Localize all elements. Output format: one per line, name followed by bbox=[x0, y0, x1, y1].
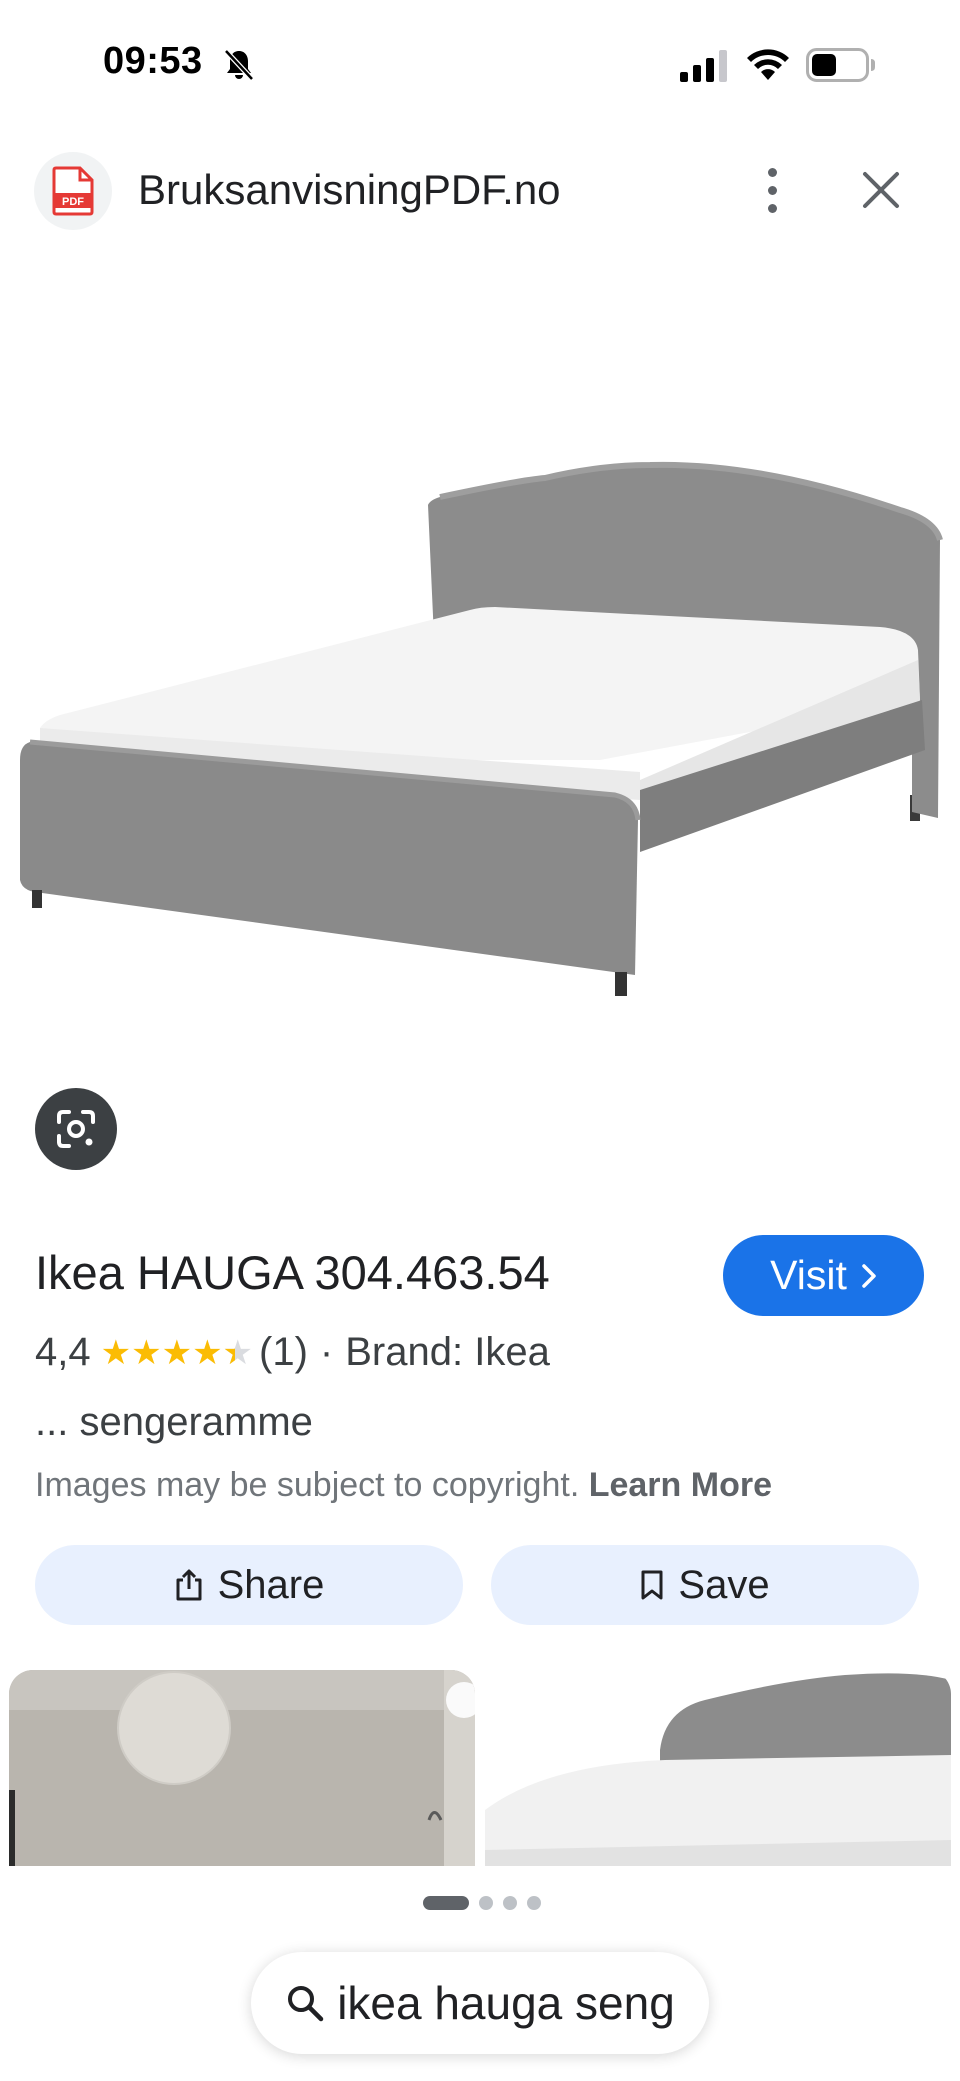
brand-label: Brand: Ikea bbox=[345, 1330, 550, 1374]
save-button[interactable]: Save bbox=[491, 1545, 919, 1625]
page-indicator[interactable] bbox=[423, 1896, 541, 1910]
status-bar: 09:53 bbox=[0, 0, 960, 130]
product-description: ... sengeramme bbox=[35, 1400, 313, 1444]
search-query-pill[interactable]: ikea hauga seng bbox=[251, 1952, 709, 2054]
pdf-logo-text: PDF bbox=[62, 196, 84, 208]
source-header: PDF BruksanvisningPDF.no bbox=[0, 140, 960, 240]
share-icon bbox=[176, 1569, 202, 1601]
room-thumbnail bbox=[9, 1670, 475, 1866]
visit-button[interactable]: Visit bbox=[723, 1235, 924, 1316]
separator: · bbox=[319, 1330, 334, 1374]
more-options-button[interactable] bbox=[752, 160, 792, 220]
page-dot bbox=[479, 1896, 493, 1910]
close-icon[interactable] bbox=[856, 162, 906, 218]
search-icon bbox=[288, 1986, 324, 2022]
visit-label: Visit bbox=[770, 1252, 847, 1298]
google-lens-button[interactable] bbox=[35, 1088, 117, 1170]
related-image-bed[interactable] bbox=[485, 1670, 951, 1866]
learn-more-link[interactable]: Learn More bbox=[589, 1466, 772, 1504]
google-lens-icon bbox=[57, 1110, 95, 1148]
save-label: Save bbox=[678, 1562, 770, 1607]
search-query: ikea hauga seng bbox=[337, 1977, 675, 2029]
review-count: (1) bbox=[259, 1330, 308, 1374]
bed-image bbox=[20, 461, 943, 996]
bottom-bar: ikea hauga seng bbox=[0, 1866, 960, 2081]
wifi-icon bbox=[747, 49, 789, 80]
signal-icon bbox=[680, 50, 727, 82]
page-dot-active bbox=[423, 1896, 469, 1910]
rating-row: 4,4 ★★★★★★ (1) · Brand: Ikea bbox=[35, 1330, 550, 1375]
bell-muted-icon bbox=[224, 49, 254, 81]
copyright-text: Images may be subject to copyright. bbox=[35, 1466, 580, 1504]
battery-icon bbox=[806, 48, 875, 82]
site-name[interactable]: BruksanvisningPDF.no bbox=[138, 166, 561, 214]
product-image[interactable] bbox=[0, 260, 960, 1060]
site-logo: PDF bbox=[34, 152, 112, 230]
status-time: 09:53 bbox=[103, 40, 203, 82]
rating-stars: ★★★★★★ bbox=[100, 1333, 254, 1372]
page-dot bbox=[503, 1896, 517, 1910]
rating-value: 4,4 bbox=[35, 1330, 91, 1374]
copyright-notice: Images may be subject to copyright. Lear… bbox=[35, 1466, 772, 1505]
chevron-right-icon bbox=[862, 1263, 876, 1288]
product-title: Ikea HAUGA 304.463.54 bbox=[35, 1246, 550, 1299]
bed-thumbnail bbox=[485, 1670, 951, 1866]
more-vert-icon bbox=[767, 167, 777, 177]
related-image-room[interactable] bbox=[9, 1670, 475, 1866]
page-dot bbox=[527, 1896, 541, 1910]
share-button[interactable]: Share bbox=[35, 1545, 463, 1625]
pdf-icon: PDF bbox=[52, 166, 94, 216]
bookmark-icon bbox=[641, 1570, 663, 1600]
share-label: Share bbox=[217, 1562, 325, 1607]
